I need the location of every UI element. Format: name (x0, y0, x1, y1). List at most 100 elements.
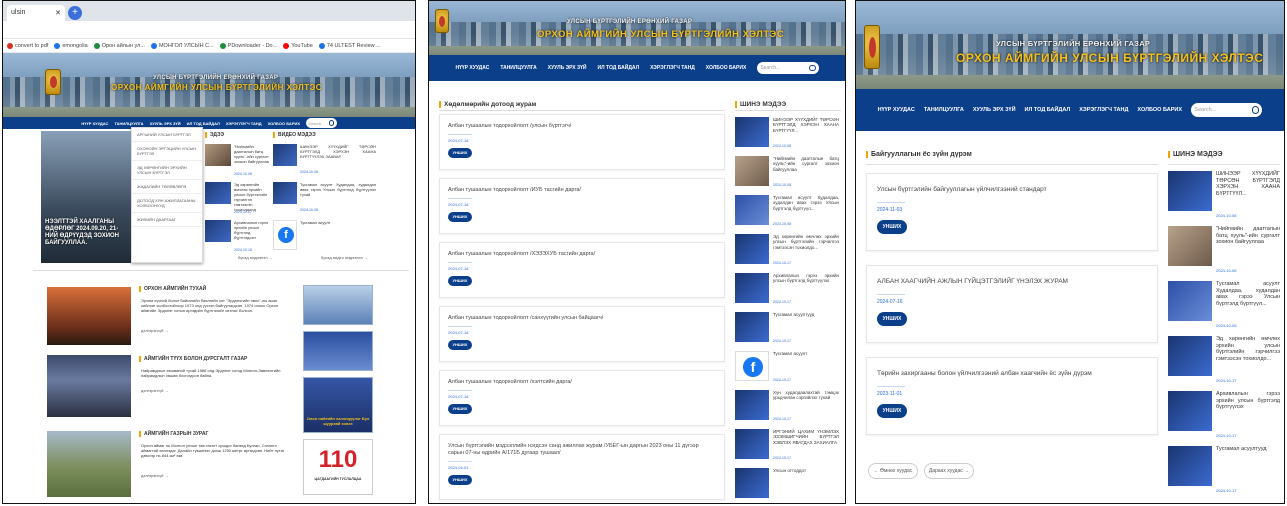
nav-item-1[interactable]: ТАНИЛЦУУЛГА (924, 107, 964, 113)
bookmark-item[interactable]: Орон айлын ул... (93, 42, 145, 49)
dropdown-item[interactable]: ЖИЛИЙН ДААРГААГ (132, 213, 202, 227)
bookmark-item[interactable]: convert to pdf (7, 42, 48, 49)
news-thumbnail[interactable] (1168, 446, 1212, 486)
document-title[interactable]: Улсын бүртгэлийн байгууллагын үйлчилгээн… (877, 186, 1147, 194)
bookmark-item[interactable]: PDownloader - Do... (219, 42, 277, 49)
news-title[interactable]: ШИНЭЭР ХҮҮХДИЙГ ТӨРСӨН БҮРТГЭЛД ХЭРХЭН Х… (773, 117, 839, 133)
news-thumbnail[interactable] (735, 156, 769, 186)
bookmark-item[interactable]: YouTube (283, 42, 313, 49)
next-page-button[interactable]: Дараах хуудас → (924, 463, 974, 479)
news-thumbnail[interactable] (205, 220, 231, 242)
search-input[interactable]: Search... (757, 62, 819, 74)
news-title[interactable]: ШИНЭЭР ХҮҮХДИЙГ ТӨРСӨН БҮРТГЭЛД ХЭРХЭН Х… (1216, 171, 1280, 197)
hero-caption[interactable]: НЭЭЛТТЭЙ ХААЛГАНЫ ӨДӨРЛӨГ 2024.09.20, 21… (45, 219, 131, 247)
search-icon[interactable] (329, 120, 335, 126)
video-thumbnail[interactable] (273, 182, 297, 204)
read-button[interactable]: УНШИХ (448, 276, 472, 286)
nav-item-5[interactable]: ХОЛБОО БАРИХ (1137, 107, 1182, 113)
sidebar-banner-2[interactable] (303, 331, 373, 371)
video-title[interactable]: Тусгамал асуулт Худалдаа, худалдан авах … (300, 182, 376, 197)
news-thumbnail[interactable] (735, 273, 769, 303)
news-title[interactable]: Эд хөрөнгийн өмчлөх эрхийн улсын бүртгэл… (1216, 336, 1280, 362)
browser-tab[interactable]: ulsin ✕ (7, 5, 65, 21)
news-thumbnail[interactable] (1168, 336, 1212, 376)
news-title[interactable]: "Нийгмийн даатгалын батц хууль"-ийн сург… (773, 156, 839, 172)
nav-item-3[interactable]: ИЛ ТОД БАЙДАЛ (1025, 107, 1071, 113)
nav-item-3[interactable]: ИЛ ТОД БАЙДАЛ (187, 121, 220, 126)
nav-item-5[interactable]: ХОЛБОО БАРИХ (268, 121, 300, 126)
news-thumbnail[interactable] (1168, 226, 1212, 266)
video-title[interactable]: Тусгамал асуулт (300, 220, 376, 225)
map-image[interactable] (47, 431, 131, 497)
nav-item-1[interactable]: ТАНИЛЦУУЛГА (500, 65, 536, 71)
news-thumbnail[interactable] (205, 144, 231, 166)
dropdown-item[interactable]: АРГЫНИЙ УЛСЫН БҮРТГЭЛ (132, 128, 202, 142)
nav-item-0[interactable]: НҮҮР ХУУДАС (81, 121, 108, 126)
nav-item-4[interactable]: ХЭРЭГЛЭГЧ ТАНД (226, 121, 262, 126)
news-title[interactable]: Тусгамал асуулт Худалдаа, худалдан авах … (1216, 281, 1280, 307)
read-button[interactable]: УНШИХ (448, 148, 472, 158)
dropdown-item[interactable]: ЭД ХӨРӨНГИЙН ЭРХИЙН УЛСЫН БҮРТГЭЛ (132, 161, 202, 180)
monument-image[interactable] (47, 287, 131, 345)
read-button[interactable]: УНШИХ (448, 212, 472, 222)
nav-item-2[interactable]: ХУУЛЬ ЭРХ ЗҮЙ (973, 107, 1016, 113)
bookmark-item[interactable]: МОНГОЛ УЛСЫН С... (150, 42, 214, 49)
news-thumbnail[interactable] (735, 312, 769, 342)
dropdown-item[interactable]: ДОТООД ХЯН АЖИЛЛАГААНЫ ХОЛБООНУУД (132, 194, 202, 213)
close-icon[interactable]: ✕ (55, 9, 61, 17)
sidebar-banner-3[interactable]: Олон нийтийн хэлэлцүүлэг Бүх шуурхай хэл… (303, 377, 373, 433)
document-title[interactable]: Албан тушаалын тодорхойлолт /санхүүгийн … (448, 315, 714, 322)
news-title[interactable]: "Нийгмийн даатгалын батц хууль"-ийн сург… (234, 144, 270, 164)
sidebar-banner-1[interactable] (303, 285, 373, 325)
read-button[interactable]: УНШИХ (448, 475, 472, 485)
news-title[interactable]: Тусгамал асуулт (773, 351, 839, 356)
news-thumbnail[interactable] (1168, 391, 1212, 431)
search-icon[interactable] (809, 64, 816, 72)
address-bar[interactable] (3, 21, 415, 39)
new-tab-button[interactable]: + (68, 6, 82, 20)
document-title[interactable]: Албан тушаалын тодорхойлолт /ХЭЗЭХУБ тас… (448, 251, 714, 258)
news-title[interactable]: Эд хөрөнгийн өмчлөх эрхийн улсын бүртгэл… (234, 182, 270, 212)
news-title[interactable]: ИРГЭНИЙ ЦАХИМ ҮНЭМЛЭХ ЭЗЭМШИГЧИЙН БҮРТГЭ… (773, 429, 839, 445)
news-title[interactable]: Хүн худалдаалахтай тэмцэх урьдчилан сэрг… (773, 390, 839, 401)
read-more-link[interactable]: дэлгэрэнгүй → (141, 473, 168, 478)
video-thumbnail[interactable]: f (273, 220, 297, 250)
news-thumbnail[interactable] (1168, 281, 1212, 321)
search-input[interactable]: Search... (306, 118, 337, 128)
news-thumbnail[interactable] (1168, 171, 1212, 211)
video-title[interactable]: ШИНЭЭР ХҮҮХДИЙГ ТӨРСӨН БҮРТГЭЛД ХЭРХЭН Х… (300, 144, 376, 159)
news-thumbnail[interactable] (735, 468, 769, 498)
nav-item-5[interactable]: ХОЛБОО БАРИХ (706, 65, 747, 71)
news-title[interactable]: "Нийгмийн даатгалын батц хууль"-ийн сург… (1216, 226, 1280, 246)
news-thumbnail[interactable] (735, 195, 769, 225)
news-thumbnail[interactable]: f (735, 351, 769, 381)
document-title[interactable]: Улсын бүртгэлийн мэдээллийн нэгдсэн санд… (448, 443, 714, 457)
news-thumbnail[interactable] (735, 390, 769, 420)
read-button[interactable]: УНШИХ (448, 404, 472, 414)
hotline-banner[interactable]: 110 ЦАГДААГИЙН ТУСЛАЛЦАА (303, 439, 373, 495)
news-title[interactable]: Архивлалын гэрээ эрхийн улсын бүртгэлд б… (773, 273, 839, 284)
read-button[interactable]: УНШИХ (448, 340, 472, 350)
news-title[interactable]: Тусгамал асуулт Худалдаа, худалдан авах … (773, 195, 839, 211)
bookmark-item[interactable]: 74 ULTEST Review ... (318, 42, 381, 49)
search-input[interactable]: Search... (1191, 103, 1263, 117)
nav-item-2[interactable]: ХУУЛЬ ЭРХ ЗҮЙ (548, 65, 587, 71)
document-title[interactable]: Албан тушаалын тодорхойлолт /ИУБ тасгийн… (448, 187, 714, 194)
news-thumbnail[interactable] (735, 117, 769, 147)
historic-site-image[interactable] (47, 355, 131, 417)
dropdown-item[interactable]: ЖАДАЛИЙН ТӨЛӨВЛӨГӨ (132, 180, 202, 194)
read-more-link[interactable]: дэлгэрэнгүй → (141, 388, 168, 393)
document-title[interactable]: Албан тушаалын тодорхойлолт /улсын бүртг… (448, 123, 714, 130)
read-button[interactable]: УНШИХ (877, 312, 907, 326)
nav-item-3[interactable]: ИЛ ТОД БАЙДАЛ (598, 65, 640, 71)
nav-item-1[interactable]: ТАНИЛЦУУЛГА (114, 121, 143, 126)
document-title[interactable]: Албан тушаалын тодорхойлолт /хэлтсийн да… (448, 379, 714, 386)
read-button[interactable]: УНШИХ (877, 220, 907, 234)
read-button[interactable]: УНШИХ (877, 404, 907, 418)
dropdown-item[interactable]: ОХОНОЙН ЭРГЭЦИЙН УЛСЫН БҮРТГЭЛ (132, 142, 202, 161)
read-more-link[interactable]: дэлгэрэнгүй → (141, 328, 168, 333)
news-title[interactable]: Улсын оттоддот (773, 468, 839, 473)
news-title[interactable]: Эд хөрөнгийн өмчлөх эрхийн улсын бүртгэл… (773, 234, 839, 250)
document-title[interactable]: АЛБАН ХААГЧИЙН АЖЛЫН ГҮЙЦЭТГЭЛИЙГ ҮНЭЛЭХ… (877, 278, 1147, 286)
nav-item-0[interactable]: НҮҮР ХУУДАС (455, 65, 489, 71)
